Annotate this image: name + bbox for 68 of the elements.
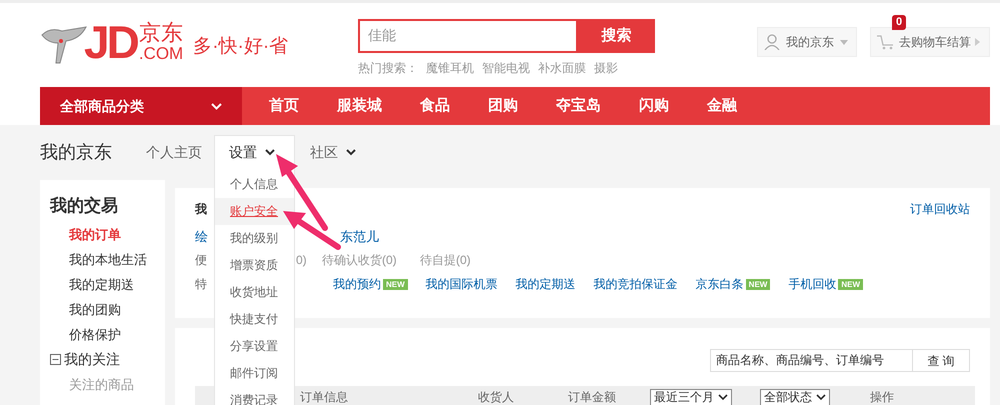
feature-link[interactable]: 京东白条 — [696, 275, 744, 293]
sidebar-heading: 我的交易 — [50, 195, 118, 218]
row-label: 特 — [195, 277, 207, 291]
menu-item[interactable]: 快捷支付 — [215, 306, 294, 333]
category-menu-button[interactable]: 全部商品分类 — [40, 87, 242, 125]
menu-item[interactable]: 账户安全 — [215, 198, 294, 225]
nav-tab[interactable]: 个人主页 — [146, 138, 214, 168]
caret-icon — [840, 40, 848, 44]
column-header: 订单金额 — [568, 390, 616, 404]
slogan: 多·快·好·省 — [193, 35, 288, 59]
user-icon — [764, 34, 780, 50]
feature-link[interactable]: 我的预约 — [333, 275, 381, 293]
logo-text: 京东 — [138, 21, 184, 45]
menu-item[interactable]: 个人信息 — [215, 171, 294, 198]
logo-text: .COM — [138, 45, 184, 63]
cart-icon — [877, 34, 895, 50]
row-label: 便 — [195, 253, 207, 267]
sidebar-item[interactable]: 我的订单 — [50, 222, 165, 247]
nav-link[interactable]: 夺宝岛 — [555, 94, 602, 118]
menu-item[interactable]: 我的级别 — [215, 225, 294, 252]
my-jd-button[interactable]: 我的京东 — [757, 27, 857, 57]
feature-link[interactable]: 我的竞拍保证金 — [594, 275, 678, 293]
chevron-icon — [975, 38, 980, 46]
nav-link[interactable]: 闪购 — [638, 94, 670, 118]
logo-text: JD — [84, 19, 137, 65]
search-button[interactable]: 搜索 — [578, 19, 655, 53]
sidebar-item[interactable]: 我的团购 — [50, 297, 165, 322]
nav-link[interactable]: 首页 — [268, 94, 300, 118]
new-badge: NEW — [383, 278, 408, 290]
menu-item[interactable]: 收货地址 — [215, 279, 294, 306]
chevron-down-icon — [211, 102, 222, 110]
menu-item[interactable]: 增票资质 — [215, 252, 294, 279]
column-header: 订单信息 — [300, 390, 348, 404]
sidebar-item[interactable]: 我的本地生活 — [50, 247, 165, 272]
filter-dropdown[interactable]: 全部状态 — [760, 388, 830, 405]
menu-item[interactable]: 邮件订阅 — [215, 360, 294, 387]
nav-tab[interactable]: 设置 — [214, 138, 310, 168]
nav-link[interactable]: 金融 — [706, 94, 738, 118]
page-title: 我的京东 — [40, 141, 113, 164]
chevron-down-icon — [816, 394, 826, 400]
column-header: 操作 — [870, 390, 894, 404]
new-badge: NEW — [746, 278, 770, 290]
profile-link[interactable]: 绘 — [195, 229, 208, 244]
chevron-down-icon — [346, 149, 356, 156]
query-button[interactable]: 查 询 — [913, 349, 970, 372]
chevron-down-icon — [265, 149, 275, 156]
feature-link[interactable]: 手机回收 — [788, 275, 836, 293]
cart-count-badge: 0 — [892, 15, 906, 30]
nav-link[interactable]: 服装城 — [336, 94, 383, 118]
profile-link[interactable]: 东范儿 — [340, 227, 379, 247]
column-header: 收货人 — [478, 390, 514, 404]
chevron-down-icon — [718, 394, 728, 400]
new-badge: NEW — [838, 278, 864, 290]
sidebar-item[interactable]: 我的定期送 — [50, 272, 165, 297]
sidebar-item[interactable]: 价格保护 — [50, 322, 165, 347]
sidebar-heading: 我的关注 — [64, 350, 120, 369]
nav-link[interactable]: 食品 — [419, 94, 451, 118]
order-search-field[interactable]: 商品名称、商品编号、订单编号 — [710, 349, 913, 372]
feature-link[interactable]: 我的定期送 — [516, 275, 576, 293]
filter-dropdown[interactable]: 最近三个月 — [650, 388, 732, 405]
cart-button[interactable]: 去购物车结算 — [870, 27, 990, 57]
menu-item[interactable]: 分享设置 — [215, 333, 294, 360]
feature-link[interactable]: 我的国际机票 — [426, 275, 498, 293]
hot-search-label: 热门搜索： — [358, 60, 418, 77]
section-heading: 我 — [195, 201, 207, 218]
recycle-bin-link[interactable]: 订单回收站 — [910, 200, 970, 226]
nav-tab[interactable]: 社区 — [310, 138, 370, 168]
nav-link[interactable]: 团购 — [487, 94, 519, 118]
